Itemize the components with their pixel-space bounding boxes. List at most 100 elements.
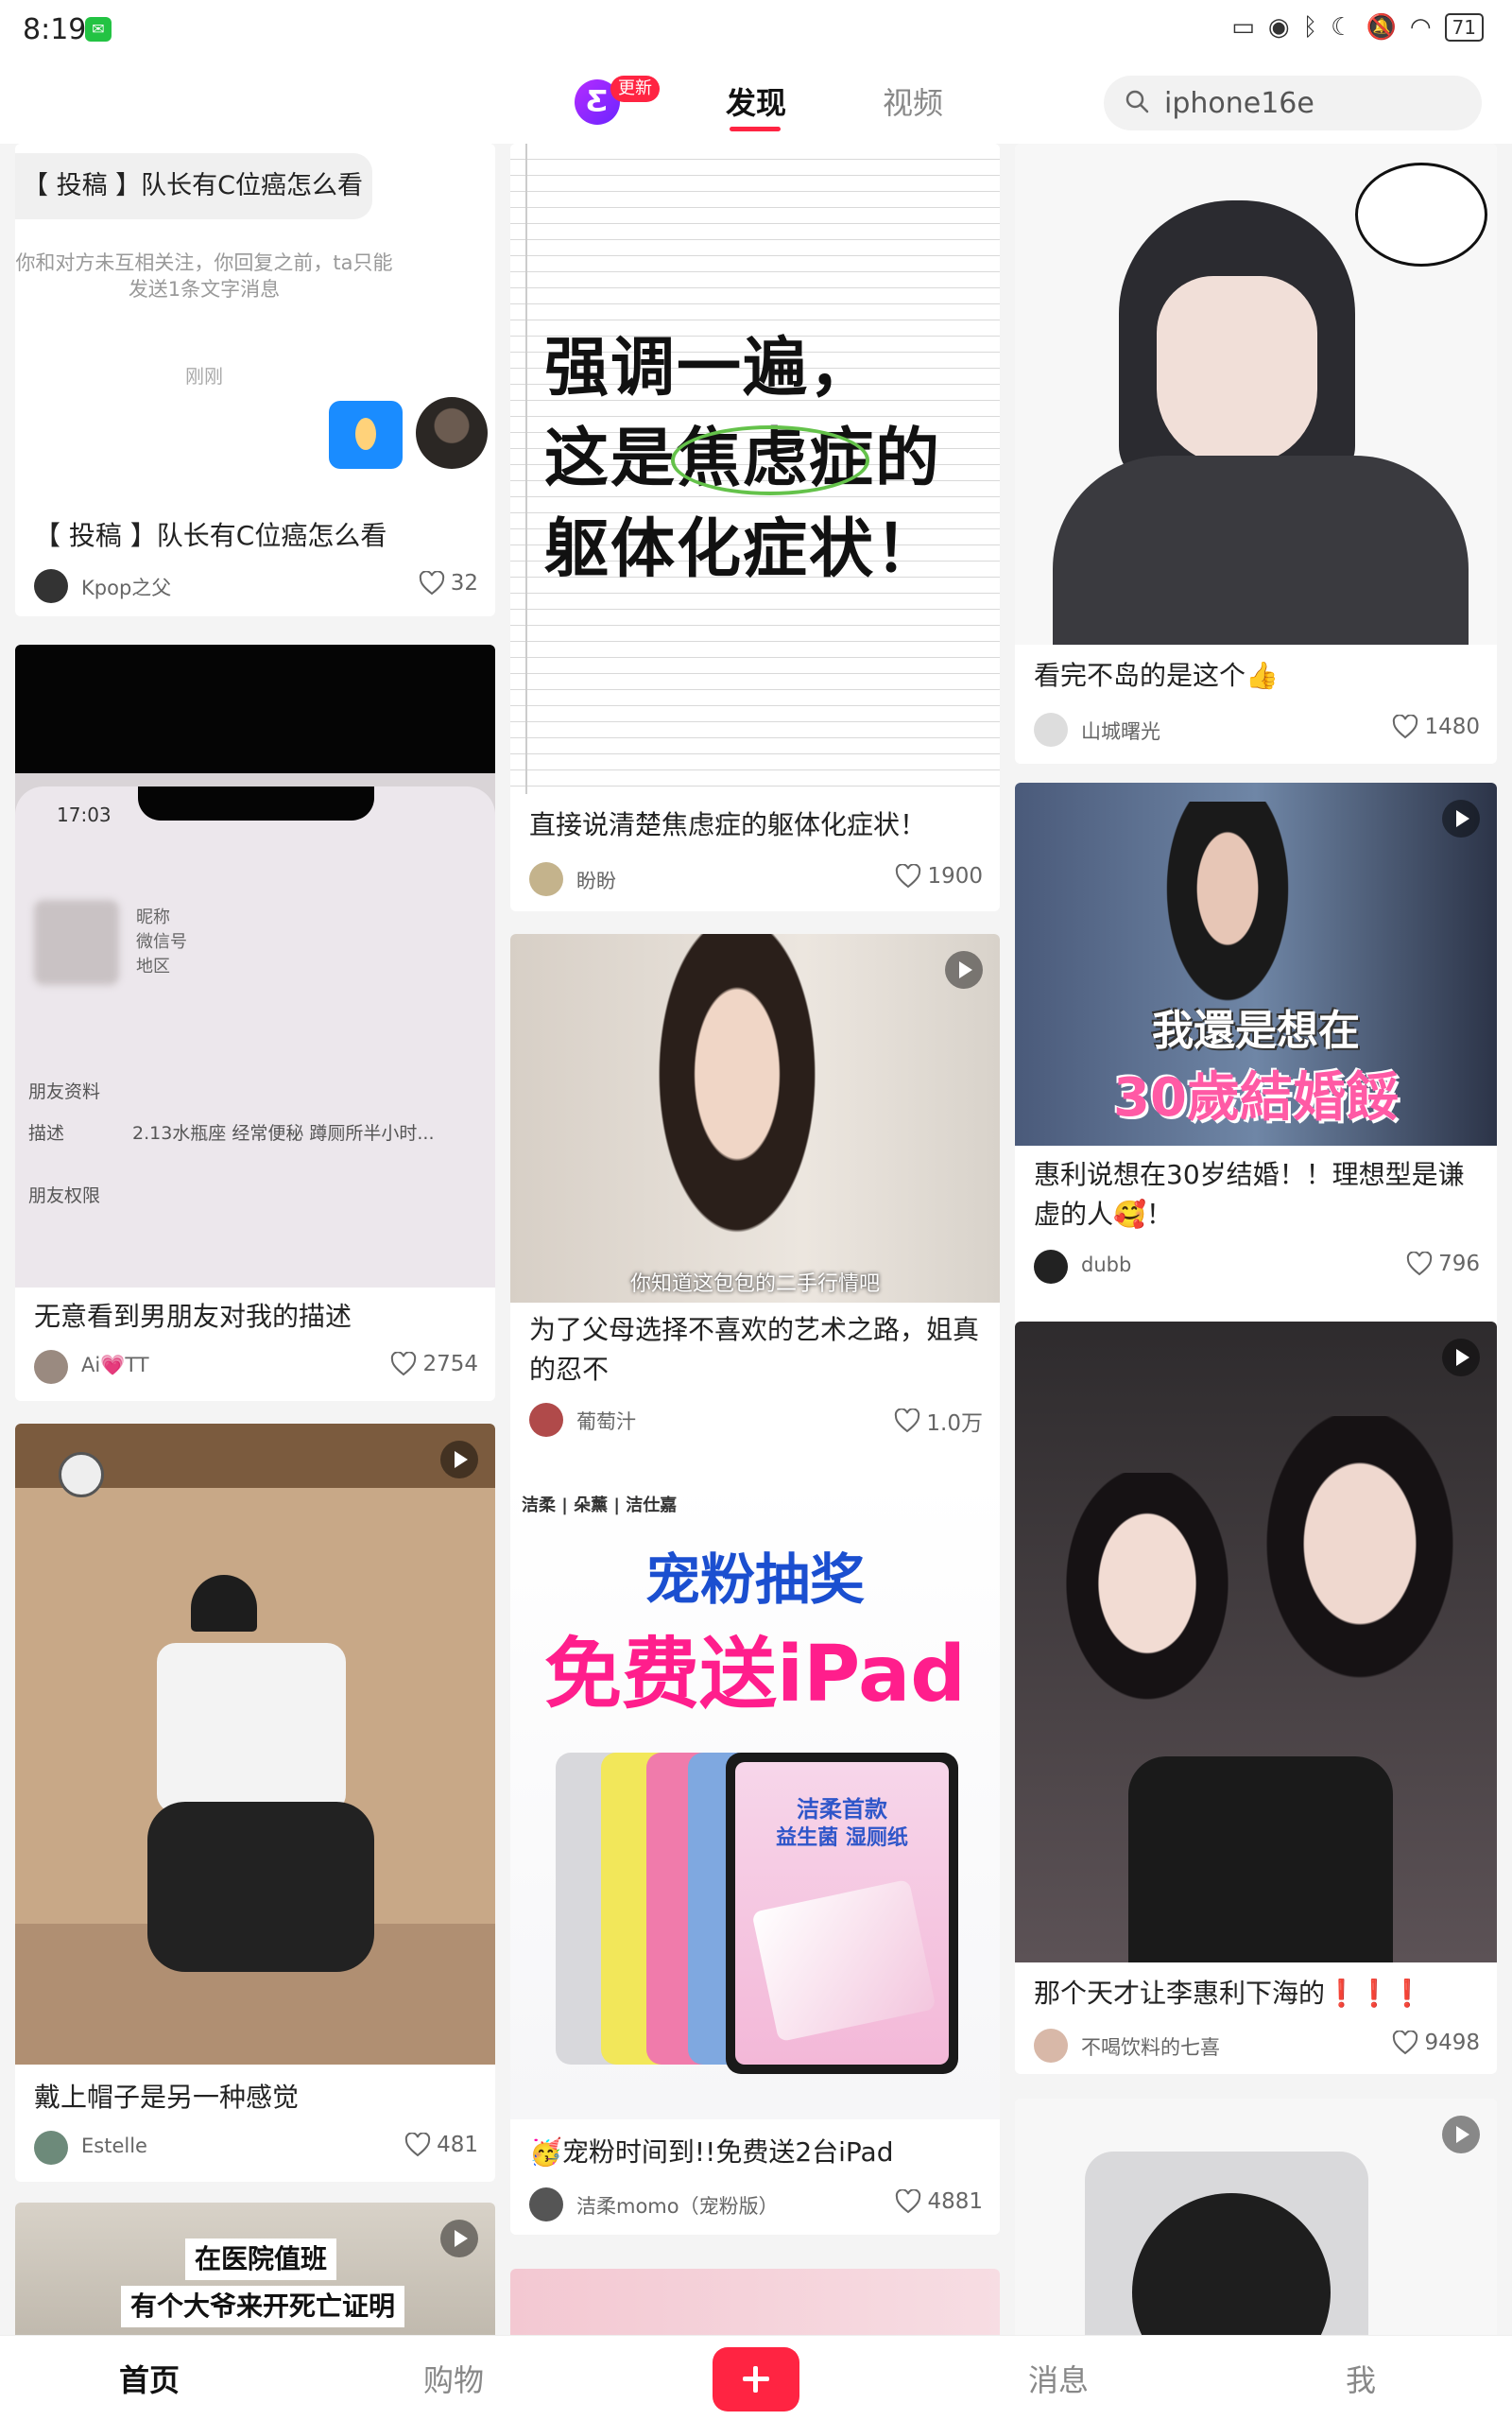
phone-label-nickname: 昵称 bbox=[136, 908, 170, 927]
cast-icon: ▭ bbox=[1231, 13, 1255, 42]
heart-icon bbox=[419, 571, 444, 596]
face-shape bbox=[1157, 276, 1317, 465]
note-card[interactable]: 【 投稿 】队长有C位癌怎么看 你和对方未互相关注，你回复之前，ta只能发送1条… bbox=[15, 144, 495, 616]
like-button[interactable]: 1.0万 bbox=[894, 1405, 983, 1437]
author-avatar[interactable] bbox=[529, 1403, 563, 1437]
card-meta: Estelle 481 bbox=[34, 2129, 478, 2167]
search-bar[interactable] bbox=[1104, 76, 1482, 130]
author-name[interactable]: 洁柔momo（宠粉版） bbox=[576, 2191, 779, 2220]
ad-brands: 洁柔 | 朵薰 | 洁仕嘉 bbox=[522, 1495, 678, 1515]
cap-shape bbox=[191, 1575, 257, 1632]
card-meta: Ai💗TT 2754 bbox=[34, 1348, 478, 1386]
like-count: 481 bbox=[437, 2133, 478, 2157]
wifi-icon: ◠ bbox=[1409, 13, 1432, 42]
author-avatar[interactable] bbox=[34, 1350, 68, 1384]
video-caption: 30歲結婚餒 bbox=[1113, 1067, 1399, 1129]
card-image bbox=[1015, 2099, 1497, 2335]
search-icon bbox=[1125, 90, 1149, 113]
note-card[interactable]: 洁柔 | 朵薰 | 洁仕嘉 宠粉抽奖 免费送iPad 洁柔首款 益生菌 湿厕纸 … bbox=[510, 1478, 1000, 2235]
top-header: Ƹ 更新 发现 视频 bbox=[0, 59, 1512, 144]
note-card[interactable]: 强调一遍， 这是焦虑症的 躯体化症状！ 直接说清楚焦虑症的躯体化症状！ 盼盼 1… bbox=[510, 144, 1000, 911]
author-name[interactable]: Kpop之父 bbox=[81, 573, 171, 601]
author-avatar[interactable] bbox=[1034, 2029, 1068, 2063]
phone-row-desc-value: 2.13水瓶座 经常便秘 蹲厕所半小时... bbox=[132, 1123, 435, 1144]
wechat-notification-icon: ✉ bbox=[85, 17, 112, 42]
note-card[interactable]: 17:03 昵称 微信号 地区 朋友资料 描述 2.13水瓶座 经常便秘 蹲厕所… bbox=[15, 645, 495, 1401]
phone-label-region: 地区 bbox=[136, 957, 170, 977]
portrait-shape bbox=[624, 934, 850, 1303]
eye-icon: ◉ bbox=[1267, 13, 1290, 42]
nav-messages[interactable]: 消息 bbox=[1028, 2357, 1089, 2400]
card-title: 【 投稿 】队长有C位癌怎么看 bbox=[34, 520, 387, 551]
ipad-illustration: 洁柔首款 益生菌 湿厕纸 bbox=[556, 1753, 958, 2074]
author-name[interactable]: 葡萄汁 bbox=[576, 1407, 636, 1435]
author-avatar[interactable] bbox=[34, 2131, 68, 2165]
phone-row-desc-label: 描述 bbox=[28, 1123, 65, 1144]
author-name[interactable]: 不喝饮料的七喜 bbox=[1081, 2032, 1220, 2061]
portrait-shape bbox=[1157, 802, 1298, 1019]
phone-row-friend-info: 朋友资料 bbox=[28, 1081, 101, 1102]
status-bar: 8:19 ✉ ▭ ◉ ᛒ ☾ 🔕 ◠ 71 bbox=[0, 0, 1512, 59]
bluetooth-icon: ᛒ bbox=[1302, 13, 1318, 42]
card-meta: 洁柔momo（宠粉版） 4881 bbox=[529, 2186, 983, 2223]
note-card[interactable]: 看完不岛的是这个👍 山城曙光 1480 bbox=[1015, 144, 1497, 764]
author-avatar[interactable] bbox=[529, 862, 563, 896]
author-name[interactable]: 山城曙光 bbox=[1081, 717, 1160, 745]
author-name[interactable]: dubb bbox=[1081, 1253, 1131, 1276]
like-button[interactable]: 1900 bbox=[895, 864, 983, 889]
margin-line bbox=[525, 144, 527, 794]
note-card[interactable] bbox=[1015, 2099, 1497, 2335]
like-button[interactable]: 4881 bbox=[895, 2189, 983, 2214]
card-image: 我還是想在 30歲結婚餒 bbox=[1015, 783, 1497, 1146]
heart-icon bbox=[1406, 1252, 1433, 1276]
note-card[interactable]: 戴上帽子是另一种感觉 Estelle 481 bbox=[15, 1424, 495, 2182]
video-caption: 我還是想在 bbox=[1152, 1007, 1360, 1055]
note-card[interactable]: 那个天才让李惠利下海的❗❗❗ 不喝饮料的七喜 9498 bbox=[1015, 1322, 1497, 2074]
card-image bbox=[15, 1424, 495, 2065]
tab-discover[interactable]: 发现 bbox=[726, 79, 786, 123]
tab-video[interactable]: 视频 bbox=[883, 79, 943, 123]
portrait-shape bbox=[1251, 1416, 1469, 1700]
author-name[interactable]: 盼盼 bbox=[576, 866, 616, 894]
like-button[interactable]: 9498 bbox=[1392, 2031, 1480, 2055]
search-input[interactable] bbox=[1164, 76, 1467, 130]
like-button[interactable]: 481 bbox=[404, 2133, 478, 2157]
nav-shop[interactable]: 购物 bbox=[423, 2357, 484, 2400]
heart-icon bbox=[896, 2189, 921, 2214]
nav-home[interactable]: 首页 bbox=[119, 2357, 180, 2400]
chat-bubble: 【 投稿 】队长有C位癌怎么看 bbox=[15, 153, 372, 219]
add-post-button[interactable] bbox=[713, 2347, 799, 2411]
author-avatar[interactable] bbox=[529, 2187, 563, 2221]
like-button[interactable]: 796 bbox=[1406, 1252, 1480, 1276]
ad-headline: 免费送iPad bbox=[543, 1630, 967, 1720]
chat-note: 你和对方未互相关注，你回复之前，ta只能发送1条文字消息 bbox=[15, 251, 393, 301]
card-title: 无意看到男朋友对我的描述 bbox=[34, 1301, 352, 1332]
status-time: 8:19 bbox=[23, 13, 87, 46]
author-name[interactable]: Estelle bbox=[81, 2135, 147, 2157]
bottom-navigation: 首页 购物 消息 我 bbox=[0, 2335, 1512, 2420]
nav-me[interactable]: 我 bbox=[1346, 2357, 1376, 2400]
blurred-avatar bbox=[34, 900, 119, 985]
card-title: 直接说清楚焦虑症的躯体化症状！ bbox=[529, 809, 927, 840]
card-image: 在医院值班 有个大爷来开死亡证明 bbox=[15, 2203, 495, 2335]
note-card[interactable]: 在医院值班 有个大爷来开死亡证明 bbox=[15, 2203, 495, 2335]
like-count: 1900 bbox=[927, 864, 983, 889]
portrait-shape bbox=[1053, 1473, 1242, 1719]
like-button[interactable]: 2754 bbox=[390, 1352, 478, 1376]
like-count: 32 bbox=[450, 571, 478, 596]
image-headline-line: 躯体化症状！ bbox=[544, 512, 942, 587]
author-avatar[interactable] bbox=[34, 569, 68, 603]
like-button[interactable]: 32 bbox=[419, 571, 478, 596]
note-card[interactable] bbox=[510, 2269, 1000, 2335]
heart-icon bbox=[1393, 715, 1418, 739]
active-tab-indicator bbox=[730, 127, 781, 131]
author-avatar[interactable] bbox=[1034, 713, 1068, 747]
heart-icon bbox=[895, 1409, 920, 1433]
author-avatar[interactable] bbox=[1034, 1250, 1068, 1284]
heart-icon bbox=[896, 864, 921, 889]
discover-feed[interactable]: 【 投稿 】队长有C位癌怎么看 你和对方未互相关注，你回复之前，ta只能发送1条… bbox=[0, 144, 1512, 2335]
card-title: 为了父母选择不喜欢的艺术之路，姐真的忍不 bbox=[529, 1314, 980, 1385]
status-icons: ▭ ◉ ᛒ ☾ 🔕 ◠ 71 bbox=[1231, 13, 1484, 42]
like-button[interactable]: 1480 bbox=[1392, 715, 1480, 739]
author-name[interactable]: Ai💗TT bbox=[81, 1354, 149, 1377]
